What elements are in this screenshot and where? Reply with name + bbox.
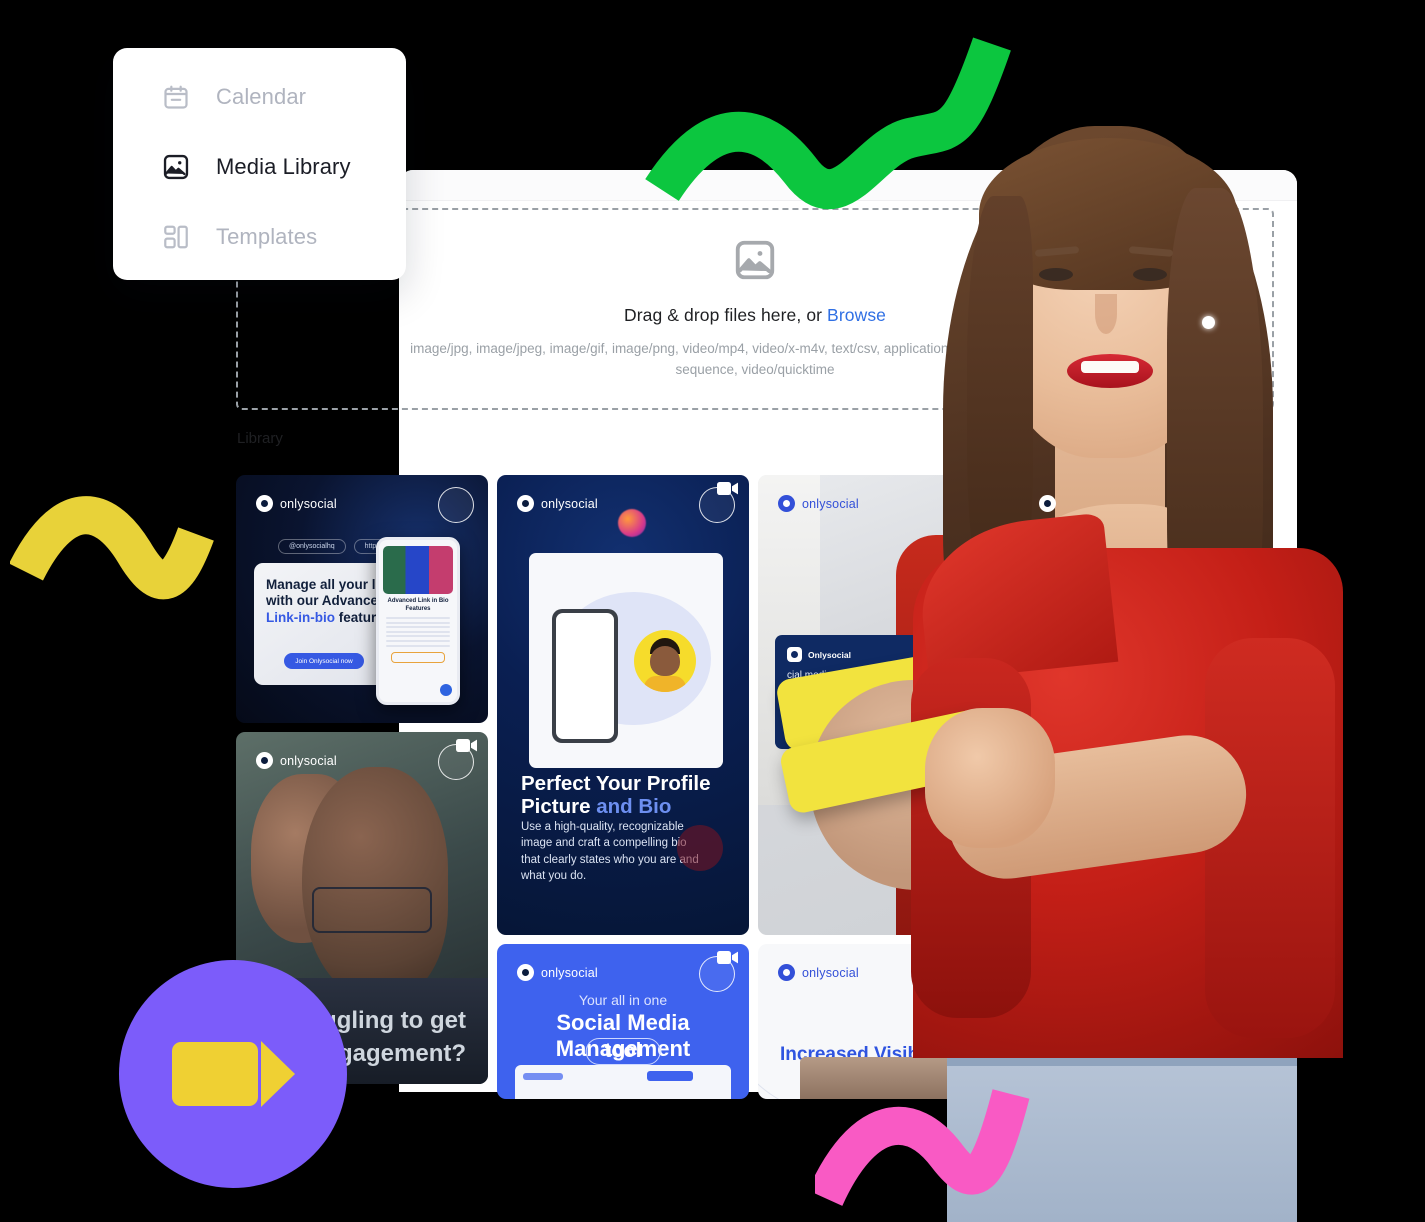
onlysocial-mark-icon (256, 495, 273, 512)
library-tile-perfect-your-profile[interactable]: onlysocial Perfect Your Profile Picture … (497, 475, 749, 935)
tile-brand-label: onlysocial (802, 496, 859, 511)
tile-inner-brand: Onlysocial (808, 649, 851, 660)
tile-headline-highlight: Link-in-bio (266, 609, 335, 625)
tile-title-line2-highlight: and Bio (596, 794, 672, 818)
video-camera-icon (171, 1042, 258, 1106)
tile-brand-label: onlysocial (541, 496, 598, 511)
browser-mockup (515, 1065, 731, 1099)
image-placeholder-icon (735, 240, 775, 280)
tile-brand-label: onlysocial (280, 496, 337, 511)
menu-item-templates[interactable]: Templates (113, 202, 406, 272)
dropzone-prompt: Drag & drop files here, or Browse (624, 305, 886, 326)
woman-photo-cutout (778, 118, 1365, 1222)
video-camera-lens-icon (260, 1041, 295, 1107)
green-squiggle-decoration (645, 37, 1011, 210)
onlysocial-mark-icon (256, 752, 273, 769)
onlysocial-mark-icon (787, 647, 802, 662)
accepted-types-line-2: sequence, video/quicktime (675, 362, 835, 377)
tile-brand-logo: onlysocial (256, 752, 337, 769)
menu-item-label: Media Library (216, 154, 351, 179)
video-bubble-decoration (119, 960, 347, 1188)
tile-brand-logo: onlysocial (517, 495, 598, 512)
tile-title-line2-plain: Picture (521, 794, 597, 818)
pinterest-watermark-icon (677, 825, 723, 871)
library-column-2: onlysocial Perfect Your Profile Picture … (497, 475, 749, 1099)
tile-kicker: Your all in one (578, 992, 668, 1008)
tile-cta-button: Join Onlysocial now (284, 653, 364, 669)
pink-squiggle-decoration (815, 1089, 1030, 1207)
tile-brand-label: onlysocial (541, 965, 598, 980)
library-heading: Library (237, 430, 283, 447)
onlysocial-mark-icon (517, 495, 534, 512)
tile-brand-logo (1039, 495, 1056, 512)
tile-title: Perfect Your Profile Picture and Bio (521, 772, 731, 819)
phone-title: Advanced Link in Bio Features (387, 598, 449, 612)
tile-select-circle[interactable] (438, 487, 474, 523)
tile-illustration (529, 553, 723, 768)
video-badge-icon (717, 482, 738, 495)
library-tile-social-media-management-tool[interactable]: onlysocial Your all in one Social Media … (497, 944, 749, 1099)
tile-brand-label: onlysocial (280, 753, 337, 768)
video-badge-icon (456, 739, 477, 752)
menu-item-calendar[interactable]: Calendar (113, 62, 406, 132)
screenshot-stage: Drag & drop files here, or Browse image/… (0, 0, 1425, 1222)
tile-headline-line2: with our Advanced (266, 593, 387, 609)
tile-title-line1: Perfect Your Profile (521, 772, 711, 795)
tile-pill: tool (585, 1038, 661, 1065)
phone-screens (383, 546, 453, 594)
calendar-icon (161, 82, 191, 112)
onlysocial-mark-icon (1039, 495, 1056, 512)
tile-brand-logo: onlysocial (778, 495, 859, 512)
dropzone-prompt-text: Drag & drop files here, or (623, 305, 823, 326)
video-badge-icon (717, 951, 738, 964)
menu-item-label: Calendar (216, 84, 307, 109)
navigation-menu-card: Calendar Media Library Templates (113, 48, 406, 280)
onlysocial-mark-icon (778, 495, 795, 512)
tile-brand-logo: onlysocial (256, 495, 337, 512)
avatar-illustration (633, 630, 696, 693)
menu-item-media-library[interactable]: Media Library (113, 132, 406, 202)
menu-item-label: Templates (216, 224, 318, 249)
tile-phone-mockup: Advanced Link in Bio Features (376, 537, 460, 705)
phone-cta (391, 651, 445, 663)
templates-icon (161, 222, 191, 252)
onlysocial-mark-icon (778, 964, 795, 981)
decorative-orb (617, 509, 646, 537)
browse-link[interactable]: Browse (827, 305, 886, 325)
tile-brand-label: onlysocial (802, 965, 859, 980)
onlysocial-mark-icon (517, 964, 534, 981)
library-tile-link-in-bio-promo[interactable]: onlysocial @onlysocialhq https://onlysoc… (236, 475, 488, 723)
image-icon (161, 152, 191, 182)
phone-chat-bubble-icon (440, 684, 452, 696)
tile-brand-logo: onlysocial (517, 964, 598, 981)
yellow-squiggle-decoration (10, 496, 214, 600)
tile-chip-handle: @onlysocialhq (278, 539, 346, 554)
tile-brand-logo: onlysocial (778, 964, 859, 981)
